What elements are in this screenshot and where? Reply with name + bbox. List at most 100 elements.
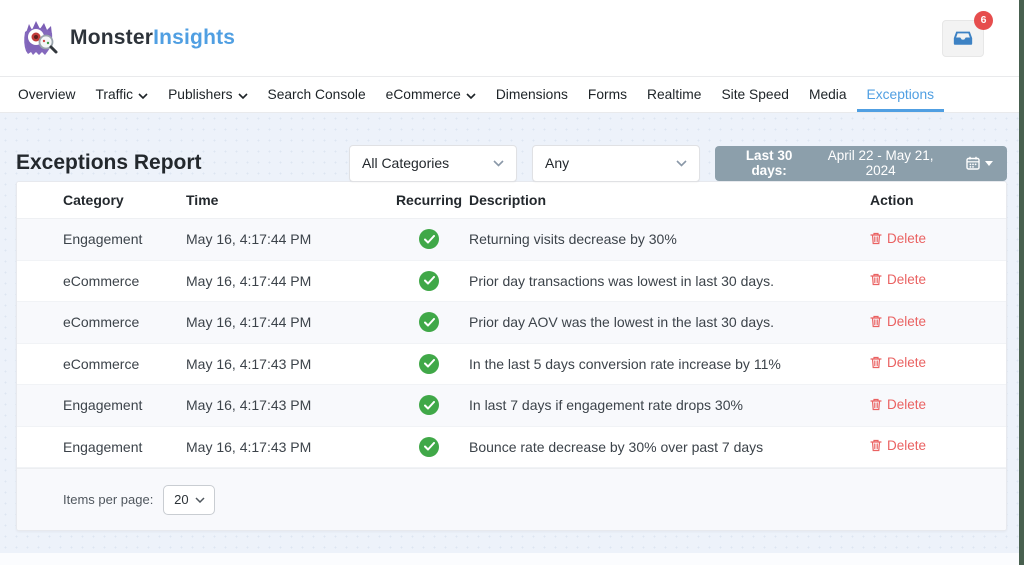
chevron-down-icon (676, 160, 687, 167)
items-per-page-label: Items per page: (63, 492, 153, 507)
monster-mascot-icon (18, 17, 60, 59)
trash-icon (870, 315, 882, 328)
date-range-label: Last 30 days: (729, 148, 809, 178)
cell-action: Delete (870, 231, 966, 248)
filters: All Categories Any Last 30 days: April 2… (349, 145, 1007, 182)
trash-icon (870, 273, 882, 286)
cell-description: Bounce rate decrease by 30% over past 7 … (469, 439, 870, 455)
category-filter-select[interactable]: All Categories (349, 145, 517, 182)
cell-category: Engagement (63, 439, 186, 455)
delete-button-label: Delete (887, 231, 926, 246)
cell-recurring (389, 354, 469, 374)
cell-action: Delete (870, 438, 966, 455)
screenshot-edge-strip (1019, 0, 1024, 565)
delete-button-label: Delete (887, 314, 926, 329)
cell-description: Prior day transactions was lowest in las… (469, 273, 870, 289)
table-row: Engagement May 16, 4:17:43 PM Bounce rat… (17, 427, 1006, 469)
recurring-check-icon (419, 354, 439, 374)
delete-button[interactable]: Delete (870, 355, 926, 370)
chevron-down-icon (238, 93, 248, 99)
recurring-check-icon (419, 271, 439, 291)
recurring-check-icon (419, 395, 439, 415)
type-filter-value: Any (545, 155, 569, 171)
cell-recurring (389, 271, 469, 291)
column-header-time: Time (186, 192, 389, 208)
cell-description: Returning visits decrease by 30% (469, 231, 870, 247)
cell-time: May 16, 4:17:43 PM (186, 356, 389, 372)
cell-time: May 16, 4:17:43 PM (186, 439, 389, 455)
chevron-down-icon (138, 93, 148, 99)
date-range-value: April 22 - May 21, 2024 (815, 148, 946, 178)
table-row: eCommerce May 16, 4:17:44 PM Prior day t… (17, 261, 1006, 303)
exceptions-table-card: Category Time Recurring Description Acti… (16, 181, 1007, 531)
cell-recurring (389, 437, 469, 457)
nav-tab-label: Realtime (647, 87, 701, 102)
trash-icon (870, 232, 882, 245)
brand-name-monster: Monster (70, 26, 153, 49)
nav-tab-label: Search Console (268, 87, 366, 102)
nav-tab-publishers[interactable]: Publishers (158, 77, 257, 112)
nav-tab-search-console[interactable]: Search Console (258, 77, 376, 112)
date-range-icons (966, 156, 993, 170)
cell-category: eCommerce (63, 356, 186, 372)
caret-down-icon (985, 161, 993, 166)
nav-tab-label: Site Speed (721, 87, 789, 102)
cell-recurring (389, 229, 469, 249)
type-filter-select[interactable]: Any (532, 145, 700, 182)
cell-description: Prior day AOV was the lowest in the last… (469, 314, 870, 330)
chevron-down-icon (195, 497, 205, 503)
trash-icon (870, 398, 882, 411)
cell-action: Delete (870, 272, 966, 289)
title-row: Exceptions Report All Categories Any Las… (16, 113, 1007, 181)
chevron-down-icon (493, 160, 504, 167)
nav-tab-ecommerce[interactable]: eCommerce (376, 77, 486, 112)
delete-button[interactable]: Delete (870, 314, 926, 329)
table-body: Engagement May 16, 4:17:44 PM Returning … (17, 219, 1006, 468)
items-per-page-select[interactable]: 20 (163, 485, 215, 515)
cell-category: Engagement (63, 397, 186, 413)
page-title: Exceptions Report (16, 151, 202, 175)
table-footer: Items per page: 20 (17, 468, 1006, 530)
column-header-description: Description (469, 192, 870, 208)
nav-tab-label: Publishers (168, 87, 232, 102)
cell-time: May 16, 4:17:43 PM (186, 397, 389, 413)
nav-tab-label: Traffic (96, 87, 134, 102)
nav-tab-media[interactable]: Media (799, 77, 857, 112)
delete-button-label: Delete (887, 272, 926, 287)
calendar-icon (966, 156, 980, 170)
category-filter-value: All Categories (362, 155, 449, 171)
cell-category: Engagement (63, 231, 186, 247)
date-range-button[interactable]: Last 30 days: April 22 - May 21, 2024 (715, 146, 1007, 181)
table-row: eCommerce May 16, 4:17:43 PM In the last… (17, 344, 1006, 386)
delete-button[interactable]: Delete (870, 231, 926, 246)
nav-tab-site-speed[interactable]: Site Speed (711, 77, 799, 112)
column-header-recurring: Recurring (389, 192, 469, 208)
nav-tab-label: Exceptions (867, 87, 935, 102)
table-row: Engagement May 16, 4:17:44 PM Returning … (17, 219, 1006, 261)
delete-button[interactable]: Delete (870, 272, 926, 287)
bottom-strip (0, 553, 1019, 565)
nav-tab-dimensions[interactable]: Dimensions (486, 77, 578, 112)
nav-tab-exceptions[interactable]: Exceptions (857, 77, 945, 112)
nav-tab-traffic[interactable]: Traffic (86, 77, 159, 112)
cell-action: Delete (870, 355, 966, 372)
delete-button[interactable]: Delete (870, 397, 926, 412)
nav-tab-overview[interactable]: Overview (8, 77, 86, 112)
cell-recurring (389, 395, 469, 415)
delete-button[interactable]: Delete (870, 438, 926, 453)
main-nav: Overview Traffic Publishers Search Conso… (0, 76, 1024, 113)
cell-recurring (389, 312, 469, 332)
recurring-check-icon (419, 437, 439, 457)
brand-name: MonsterInsights (70, 26, 235, 50)
trash-icon (870, 439, 882, 452)
nav-tab-forms[interactable]: Forms (578, 77, 637, 112)
cell-time: May 16, 4:17:44 PM (186, 273, 389, 289)
nav-tab-label: Media (809, 87, 847, 102)
inbox-icon (952, 27, 974, 49)
column-header-category: Category (63, 192, 186, 208)
notification-area: 6 (942, 20, 984, 57)
notification-count-badge: 6 (974, 11, 993, 30)
cell-time: May 16, 4:17:44 PM (186, 314, 389, 330)
nav-tab-realtime[interactable]: Realtime (637, 77, 711, 112)
chevron-down-icon (466, 93, 476, 99)
